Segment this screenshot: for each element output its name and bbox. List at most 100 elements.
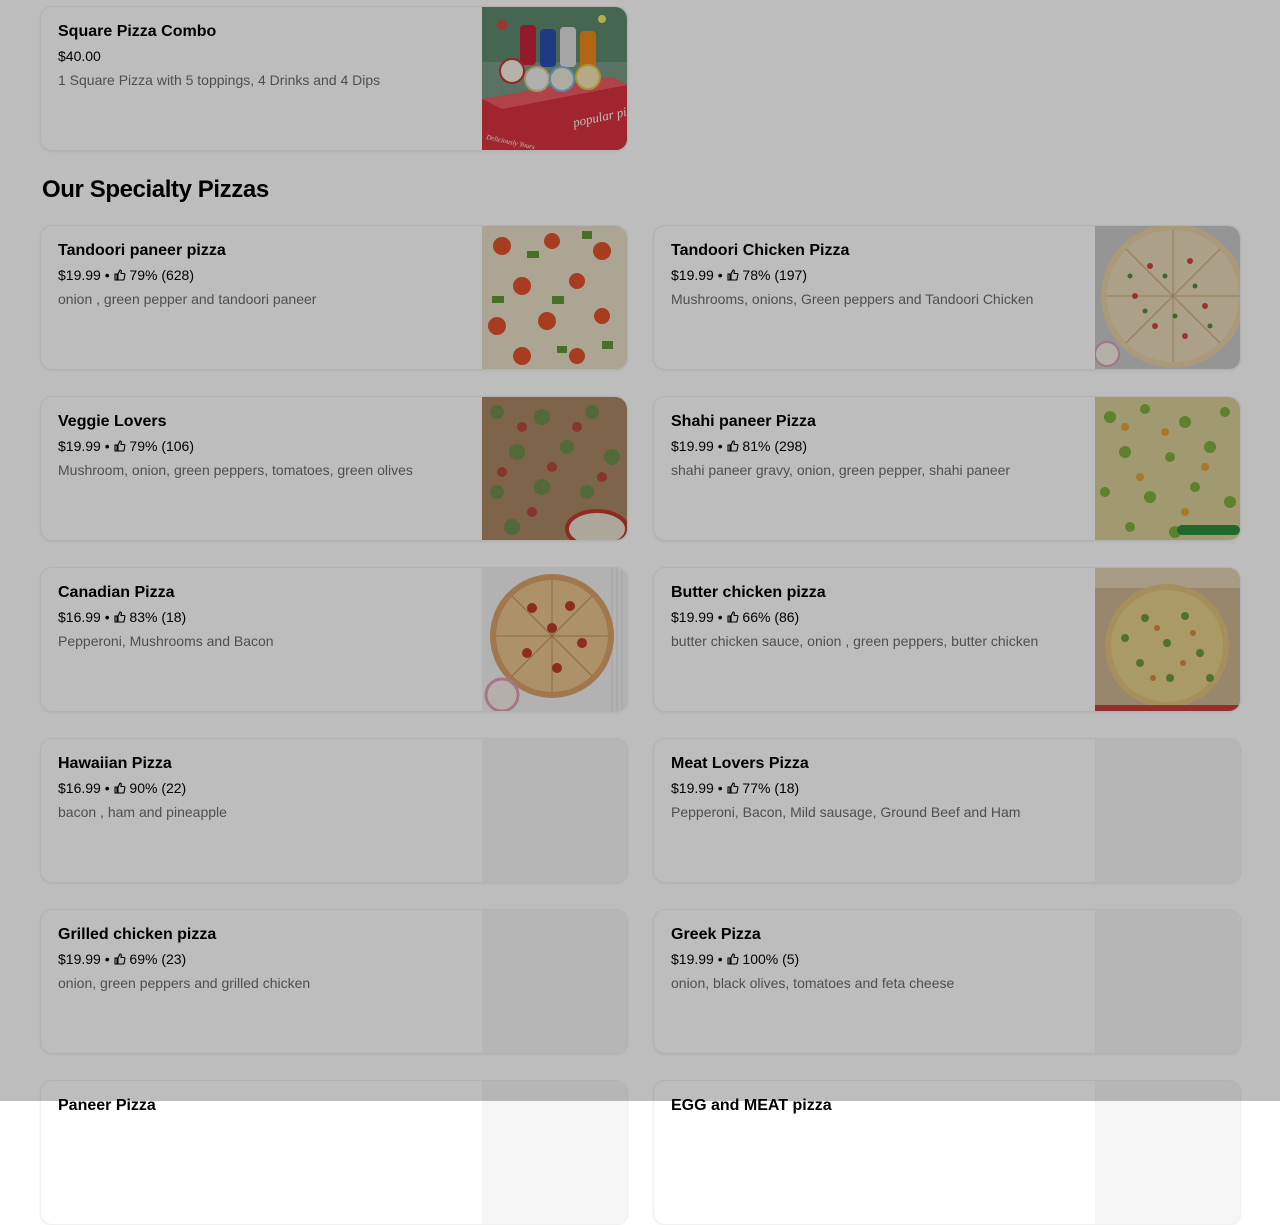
item-price: $19.99 [671,267,714,283]
item-photo-placeholder [1095,910,1240,1053]
item-name: Tandoori paneer pizza [58,242,226,259]
thumbs-up-icon [726,269,738,281]
item-name: Square Pizza Combo [58,23,217,40]
menu-item-card[interactable]: Paneer Pizza [40,1080,628,1225]
item-name: Paneer Pizza [58,1097,156,1114]
item-name: Tandoori Chicken Pizza [671,242,850,259]
item-price: $19.99 [671,780,714,796]
item-name: Grilled chicken pizza [58,926,217,943]
separator: • [713,267,727,283]
item-meta: $19.99 • 79% (628) [58,266,467,284]
item-price: $19.99 [58,951,101,967]
separator: • [100,951,114,967]
separator: • [713,951,727,967]
item-price: $40.00 [58,48,101,64]
item-rating: 90% (22) [129,780,187,796]
menu-item-card[interactable]: Greek Pizza $19.99 • 100% (5) onion, bla… [653,909,1241,1054]
item-name: Hawaiian Pizza [58,755,172,772]
item-photo-placeholder [482,910,627,1053]
item-description: Mushrooms, onions, Green peppers and Tan… [671,291,1034,307]
thumbs-up-icon [113,953,125,965]
item-rating: 69% (23) [129,951,187,967]
item-rating: 81% (298) [742,438,807,454]
thumbs-up-icon [726,782,738,794]
item-name: Greek Pizza [671,926,761,943]
item-rating: 66% (86) [742,609,800,625]
item-price: $16.99 [58,609,101,625]
item-price: $16.99 [58,780,101,796]
menu-item-card[interactable]: Hawaiian Pizza $16.99 • 90% (22) bacon ,… [40,738,628,883]
thumbs-up-icon [113,611,125,623]
item-photo [482,397,627,540]
menu-item-card[interactable]: Grilled chicken pizza $19.99 • 69% (23) … [40,909,628,1054]
menu-item-card[interactable]: Shahi paneer Pizza $19.99 • 81% (298) sh… [653,396,1241,541]
item-rating: 100% (5) [742,951,800,967]
item-name: Canadian Pizza [58,584,175,601]
menu-item-card[interactable]: Butter chicken pizza $19.99 • 66% (86) b… [653,567,1241,712]
separator: • [713,438,727,454]
item-price: $19.99 [58,438,101,454]
item-photo [482,226,627,369]
item-rating: 77% (18) [742,780,800,796]
item-photo-placeholder [1095,739,1240,882]
item-price: $19.99 [671,609,714,625]
item-name: Shahi paneer Pizza [671,413,816,430]
item-description: shahi paneer gravy, onion, green pepper,… [671,462,1011,478]
item-photo [1095,397,1240,540]
item-price: $19.99 [58,267,101,283]
item-name: Butter chicken pizza [671,584,826,601]
item-meta: $19.99 • 81% (298) [671,437,1080,455]
menu-item-card[interactable]: Veggie Lovers $19.99 • 79% (106) Mushroo… [40,396,628,541]
item-price: $19.99 [671,438,714,454]
item-rating: 79% (628) [129,267,194,283]
item-meta: $19.99 • 79% (106) [58,437,467,455]
section-title: Our Specialty Pizzas [42,176,269,203]
item-description: Mushroom, onion, green peppers, tomatoes… [58,462,413,478]
item-price: $19.99 [671,951,714,967]
item-name: Veggie Lovers [58,413,167,430]
item-rating: 79% (106) [129,438,194,454]
item-description: onion, black olives, tomatoes and feta c… [671,975,955,991]
item-photo [482,568,627,711]
item-rating: 83% (18) [129,609,187,625]
item-photo-placeholder [482,739,627,882]
item-description: onion, green peppers and grilled chicken [58,975,311,991]
item-photo-placeholder [482,1081,627,1224]
item-photo [1095,226,1240,369]
thumbs-up-icon [113,782,125,794]
thumbs-up-icon [113,269,125,281]
item-description: butter chicken sauce, onion , green pepp… [671,633,1039,649]
item-meta: $19.99 • 77% (18) [671,779,1080,797]
separator: • [100,438,114,454]
item-meta: $19.99 • 69% (23) [58,950,467,968]
menu-item-card[interactable]: EGG and MEAT pizza [653,1080,1241,1225]
item-meta: $19.99 • 100% (5) [671,950,1080,968]
item-meta: $19.99 • 78% (197) [671,266,1080,284]
menu-item-card[interactable]: Canadian Pizza $16.99 • 83% (18) Peppero… [40,567,628,712]
separator: • [100,780,114,796]
separator: • [713,780,727,796]
menu-item-card[interactable]: Tandoori Chicken Pizza $19.99 • 78% (197… [653,225,1241,370]
thumbs-up-icon [726,440,738,452]
item-meta: $19.99 • 66% (86) [671,608,1080,626]
item-meta: $16.99 • 90% (22) [58,779,467,797]
item-description: Pepperoni, Bacon, Mild sausage, Ground B… [671,804,1021,820]
item-description: onion , green pepper and tandoori paneer [58,291,317,307]
separator: • [713,609,727,625]
menu-item-card[interactable]: Meat Lovers Pizza $19.99 • 77% (18) Pepp… [653,738,1241,883]
item-description: 1 Square Pizza with 5 toppings, 4 Drinks… [58,72,381,88]
menu-item-card[interactable]: Tandoori paneer pizza $19.99 • 79% (628)… [40,225,628,370]
item-photo: popular pizza Deliciously Yours [482,7,627,150]
item-photo-placeholder [1095,1081,1240,1224]
item-photo [1095,568,1240,711]
thumbs-up-icon [726,611,738,623]
item-name: EGG and MEAT pizza [671,1097,832,1114]
item-meta: $16.99 • 83% (18) [58,608,467,626]
separator: • [100,609,114,625]
item-description: Pepperoni, Mushrooms and Bacon [58,633,274,649]
menu-item-card-combo[interactable]: Square Pizza Combo $40.00 1 Square Pizza… [40,6,628,151]
item-description: bacon , ham and pineapple [58,804,227,820]
thumbs-up-icon [726,953,738,965]
menu-page: Square Pizza Combo $40.00 1 Square Pizza… [0,0,1280,1225]
thumbs-up-icon [113,440,125,452]
